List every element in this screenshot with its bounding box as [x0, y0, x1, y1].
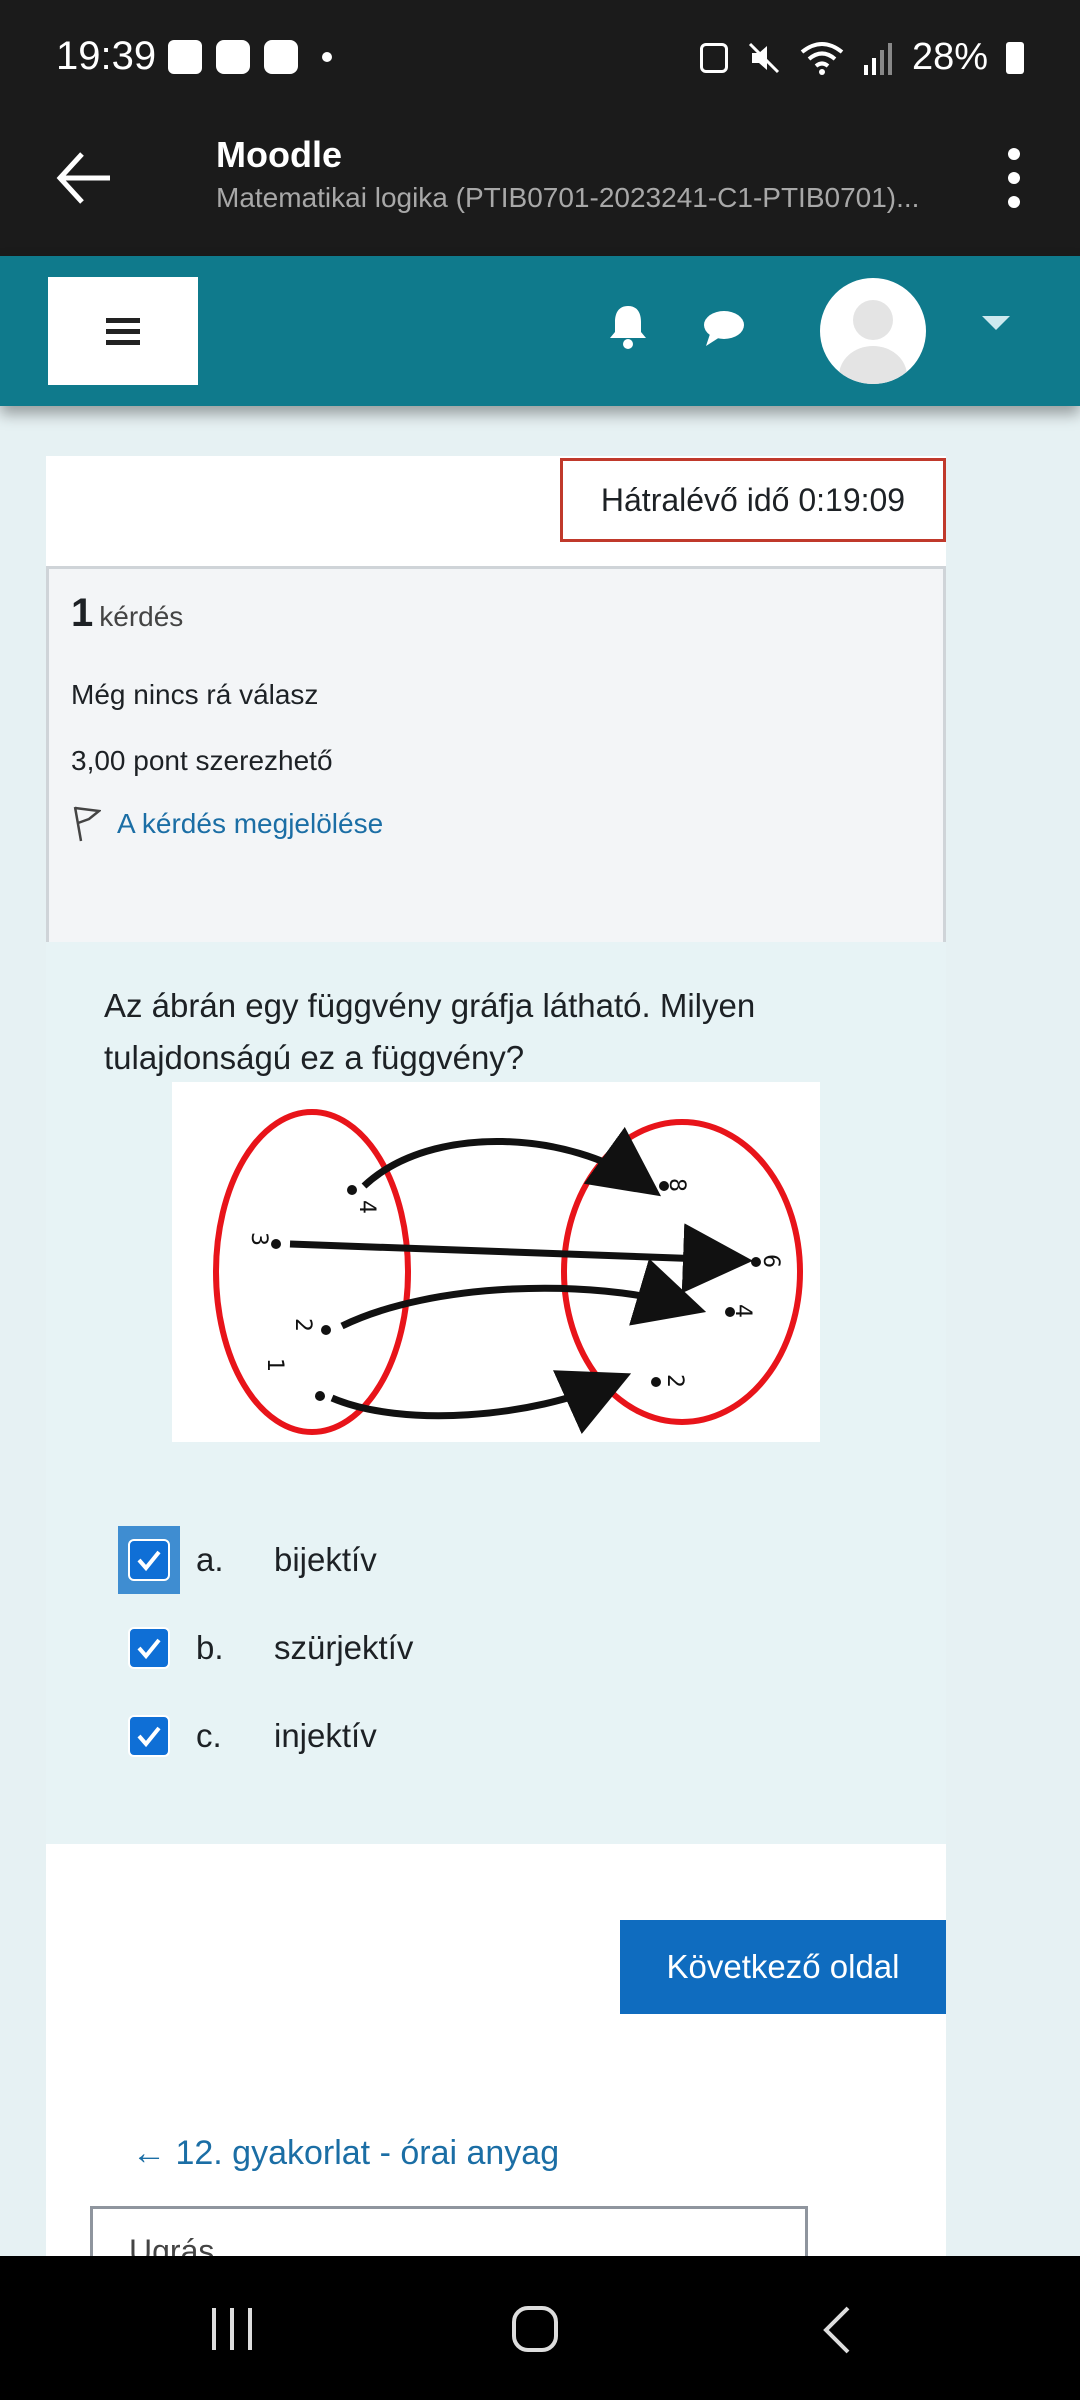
quiz-card: Hátralévő idő 0:19:09 1 kérdés Még nincs … — [46, 456, 946, 2286]
answer-letter-a: a. — [196, 1541, 224, 1578]
course-subtitle: Matematikai logika (PTIB0701-2023241-C1-… — [216, 182, 920, 213]
flag-question-label: A kérdés megjelölése — [117, 808, 384, 839]
answer-letter-c: c. — [196, 1717, 222, 1754]
gallery-icon — [168, 40, 202, 74]
function-graph-image: 4 3 2 1 8 6 4 2 — [172, 1082, 820, 1442]
user-menu-chevron-icon[interactable] — [982, 316, 1010, 330]
answer-text-b: szürjektív — [274, 1629, 414, 1666]
previous-activity-link[interactable]: ← 12. gyakorlat - órai anyag — [132, 2134, 559, 2173]
status-time: 19:39 — [56, 34, 157, 78]
app-bar: Moodle Matematikai logika (PTIB0701-2023… — [0, 120, 1080, 256]
app-title: Moodle — [216, 134, 342, 175]
discord-icon — [264, 40, 298, 74]
wifi-icon — [800, 41, 844, 75]
battery-icon — [1006, 41, 1024, 74]
notification-icons — [168, 40, 332, 74]
back-arrow-icon[interactable] — [52, 146, 116, 210]
answer-letter-b: b. — [196, 1629, 224, 1666]
question-text: Az ábrán egy függvény gráfja látható. Mi… — [104, 987, 756, 1076]
next-page-button[interactable]: Következő oldal — [620, 1920, 946, 2014]
question-info-box: 1 kérdés Még nincs rá válasz 3,00 pont sz… — [46, 566, 946, 972]
checkmark-icon — [137, 1638, 161, 1660]
checkmark-icon — [137, 1726, 161, 1748]
answer-checkbox-c[interactable] — [118, 1702, 180, 1770]
user-avatar[interactable] — [820, 278, 926, 384]
domain-ellipse — [213, 1109, 411, 1435]
domain-label-2: 2 — [290, 1318, 315, 1332]
status-bar: 19:39 28% — [0, 0, 1080, 120]
recent-apps-icon[interactable] — [206, 2304, 258, 2354]
system-status-icons: 28% — [699, 36, 1024, 79]
question-number-value: 1 — [71, 591, 94, 635]
question-content: Az ábrán egy függvény gráfja látható. Mi… — [46, 942, 946, 1844]
overflow-menu-icon[interactable] — [1008, 148, 1024, 208]
checkmark-icon — [137, 1550, 161, 1572]
answer-text-c: injektív — [274, 1717, 377, 1754]
youtube-icon — [216, 40, 250, 74]
hamburger-menu-button[interactable] — [48, 277, 198, 385]
battery-percent: 28% — [911, 36, 988, 78]
question-grade: 3,00 pont szerezhető — [71, 745, 333, 776]
question-state: Még nincs rá válasz — [71, 679, 319, 710]
more-notifications-dot — [322, 52, 332, 62]
signal-icon — [863, 42, 892, 75]
mute-icon — [748, 42, 779, 73]
answer-option-b[interactable]: b. szürjektív — [118, 1614, 413, 1682]
codomain-label-4: 4 — [730, 1304, 755, 1318]
recycle-icon — [699, 42, 728, 73]
flag-question-link[interactable]: A kérdés megjelölése — [71, 805, 383, 843]
domain-label-4: 4 — [354, 1200, 379, 1214]
chat-icon[interactable] — [702, 308, 746, 348]
moodle-navbar — [0, 256, 1080, 406]
codomain-label-6: 6 — [758, 1254, 783, 1268]
codomain-label-2: 2 — [662, 1374, 687, 1388]
home-icon[interactable] — [510, 2304, 560, 2354]
back-nav-icon[interactable] — [818, 2304, 858, 2356]
bell-icon[interactable] — [606, 302, 650, 350]
domain-label-1: 1 — [262, 1358, 287, 1372]
question-number: 1 kérdés — [71, 591, 183, 636]
answer-option-a[interactable]: a. bijektív — [118, 1526, 377, 1594]
domain-label-3: 3 — [246, 1232, 271, 1246]
answer-text-a: bijektív — [274, 1541, 377, 1578]
answer-checkbox-b[interactable] — [118, 1614, 180, 1682]
codomain-label-8: 8 — [664, 1178, 689, 1192]
answer-checkbox-a[interactable] — [118, 1526, 180, 1594]
system-navigation-bar — [0, 2256, 1080, 2400]
quiz-timer: Hátralévő idő 0:19:09 — [560, 458, 946, 542]
flag-icon — [73, 806, 101, 842]
answer-option-c[interactable]: c. injektív — [118, 1702, 377, 1770]
question-word: kérdés — [99, 601, 184, 632]
